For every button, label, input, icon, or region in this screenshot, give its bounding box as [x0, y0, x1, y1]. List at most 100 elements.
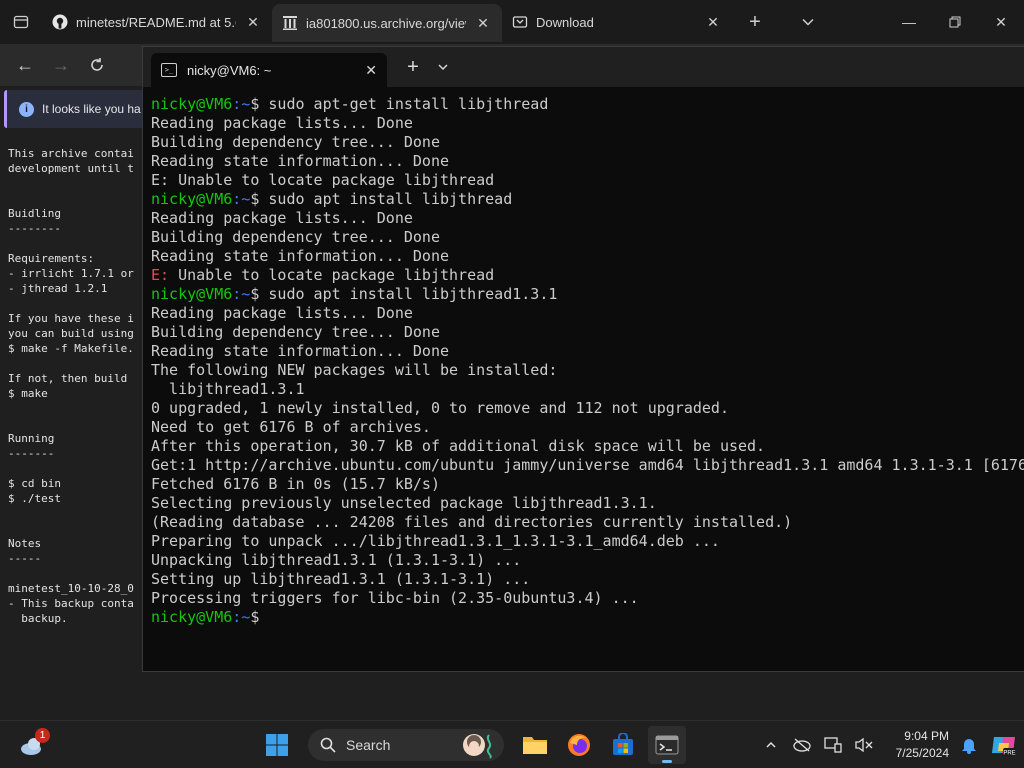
maximize-button[interactable] — [932, 0, 978, 44]
archive-icon — [282, 15, 298, 31]
clock-date: 7/25/2024 — [895, 746, 949, 760]
restore-icon — [949, 16, 961, 28]
clock-time: 9:04 PM — [904, 729, 949, 743]
terminal-output-line: E: Unable to locate package libjthread — [151, 266, 1024, 285]
network-button[interactable] — [786, 725, 817, 765]
file-explorer-button[interactable] — [516, 726, 554, 764]
browser-tab-github[interactable]: minetest/README.md at 5.6.1 · ✕ — [42, 0, 272, 44]
window-controls: — ✕ — [886, 0, 1024, 44]
minimize-icon: — — [902, 14, 916, 30]
network-disconnected-icon — [792, 738, 811, 752]
start-button[interactable] — [258, 726, 296, 764]
terminal-output-line: Reading state information... Done — [151, 247, 450, 265]
taskbar-apps: Search — [258, 725, 686, 765]
browser-tab-download[interactable]: Download ✕ — [502, 0, 732, 44]
command-text: sudo apt install libjthread — [268, 190, 513, 208]
terminal-output-line: libjthread1.3.1 — [151, 380, 305, 398]
tab-list-button[interactable] — [778, 0, 838, 44]
browser-tab-strip: minetest/README.md at 5.6.1 · ✕ ia801800… — [0, 0, 1024, 44]
microsoft-store-button[interactable] — [604, 726, 642, 764]
search-icon — [320, 737, 336, 753]
refresh-button[interactable] — [84, 52, 110, 78]
terminal-output-line: Reading state information... Done — [151, 152, 450, 170]
command-text: sudo apt install libjthread1.3.1 — [268, 285, 558, 303]
terminal-output-line: Building dependency tree... Done — [151, 228, 440, 246]
taskbar: 1 Search 9:04 PM 7/25/2024 PRE — [0, 720, 1024, 768]
back-button[interactable]: ← — [12, 52, 38, 78]
error-text: Unable to locate package libjthread — [169, 266, 495, 284]
terminal-body[interactable]: nicky@VM6:~$ sudo apt-get install libjth… — [143, 87, 1024, 671]
terminal-titlebar: >_ nicky@VM6: ~ ✕ + — [143, 47, 1024, 87]
plus-icon: + — [749, 10, 761, 33]
terminal-output-line: Get:1 http://archive.ubuntu.com/ubuntu j… — [151, 456, 1024, 474]
copilot-button[interactable]: PRE — [984, 725, 1024, 765]
volume-button[interactable] — [848, 725, 879, 765]
terminal-icon: >_ — [161, 63, 177, 77]
prompt-path: :~ — [232, 285, 251, 303]
terminal-output-line: Reading package lists... Done — [151, 304, 413, 322]
download-icon — [512, 14, 528, 30]
notifications-button[interactable] — [953, 725, 984, 765]
error-prefix: E: — [151, 266, 170, 284]
display-button[interactable] — [817, 725, 848, 765]
tab-actions-button[interactable] — [0, 0, 42, 44]
terminal-output-line: The following NEW packages will be insta… — [151, 361, 558, 379]
command-text: sudo apt-get install libjthread — [268, 95, 549, 113]
terminal-taskbar-button[interactable] — [648, 726, 686, 764]
folder-icon — [523, 737, 547, 754]
terminal-output-line: 0 upgraded, 1 newly installed, 0 to remo… — [151, 399, 729, 417]
close-window-button[interactable]: ✕ — [978, 0, 1024, 44]
terminal-output: nicky@VM6:~$ sudo apt-get install libjth… — [143, 87, 1024, 627]
close-tab-icon[interactable]: ✕ — [474, 15, 492, 32]
forward-button[interactable]: → — [48, 52, 74, 78]
terminal-command-line: nicky@VM6:~$ sudo apt install libjthread — [151, 190, 1024, 209]
terminal-output-line: Selecting previously unselected package … — [151, 494, 657, 512]
prompt-suffix: $ — [250, 95, 269, 113]
terminal-icon — [655, 735, 679, 755]
monitor-icon — [823, 737, 842, 753]
store-icon — [613, 733, 633, 755]
new-terminal-tab-button[interactable]: + — [393, 47, 433, 87]
refresh-icon — [91, 58, 103, 71]
close-icon: ✕ — [995, 13, 1007, 30]
prompt-user: nicky@VM6 — [151, 190, 233, 208]
prompt-user: nicky@VM6 — [151, 95, 233, 113]
terminal-output-line: (Reading database ... 24208 files and di… — [151, 513, 793, 531]
terminal-output-line: After this operation, 30.7 kB of additio… — [151, 437, 766, 455]
tab-actions-icon — [13, 15, 29, 29]
close-tab-icon[interactable]: ✕ — [244, 14, 262, 31]
close-icon[interactable]: ✕ — [365, 62, 377, 79]
terminal-output-line: Reading state information... Done — [151, 342, 450, 360]
terminal-window: >_ nicky@VM6: ~ ✕ + nicky@VM6:~$ sudo ap… — [142, 46, 1024, 672]
volume-muted-icon — [854, 737, 872, 753]
terminal-output-line: Processing triggers for libc-bin (2.35-0… — [151, 589, 639, 607]
widgets-button[interactable]: 1 — [18, 728, 50, 760]
browser-tab-archive[interactable]: ia801800.us.archive.org/view_a ✕ — [272, 4, 502, 42]
terminal-output-line: Reading package lists... Done — [151, 114, 413, 132]
notification-badge: 1 — [35, 728, 50, 743]
minimize-button[interactable]: — — [886, 0, 932, 44]
terminal-command-line: nicky@VM6:~$ sudo apt-get install libjth… — [151, 95, 1024, 114]
close-tab-icon[interactable]: ✕ — [704, 14, 722, 31]
tab-title: minetest/README.md at 5.6.1 · — [76, 14, 236, 30]
firefox-icon — [568, 734, 590, 756]
chevron-up-icon — [765, 741, 776, 748]
svg-text:PRE: PRE — [1003, 751, 1015, 757]
arrow-left-icon: ← — [16, 54, 34, 75]
terminal-output-line: E: Unable to locate package libjthread — [151, 171, 495, 189]
github-icon — [52, 14, 68, 30]
taskbar-search[interactable]: Search — [308, 729, 504, 761]
terminal-output-line: Unpacking libjthread1.3.1 (1.3.1-3.1) ..… — [151, 551, 522, 569]
terminal-tab[interactable]: >_ nicky@VM6: ~ ✕ — [151, 53, 387, 87]
prompt-suffix: $ — [250, 608, 269, 626]
new-tab-button[interactable]: + — [732, 0, 778, 44]
show-hidden-icons-button[interactable] — [755, 725, 786, 765]
clock[interactable]: 9:04 PM 7/25/2024 — [879, 728, 953, 762]
prompt-path: :~ — [232, 95, 251, 113]
prompt-user: nicky@VM6 — [151, 285, 233, 303]
prompt-suffix: $ — [250, 285, 269, 303]
search-highlight-icon — [463, 734, 492, 759]
terminal-profiles-button[interactable] — [433, 47, 453, 87]
terminal-output-line: Preparing to unpack .../libjthread1.3.1_… — [151, 532, 720, 550]
firefox-button[interactable] — [560, 726, 598, 764]
